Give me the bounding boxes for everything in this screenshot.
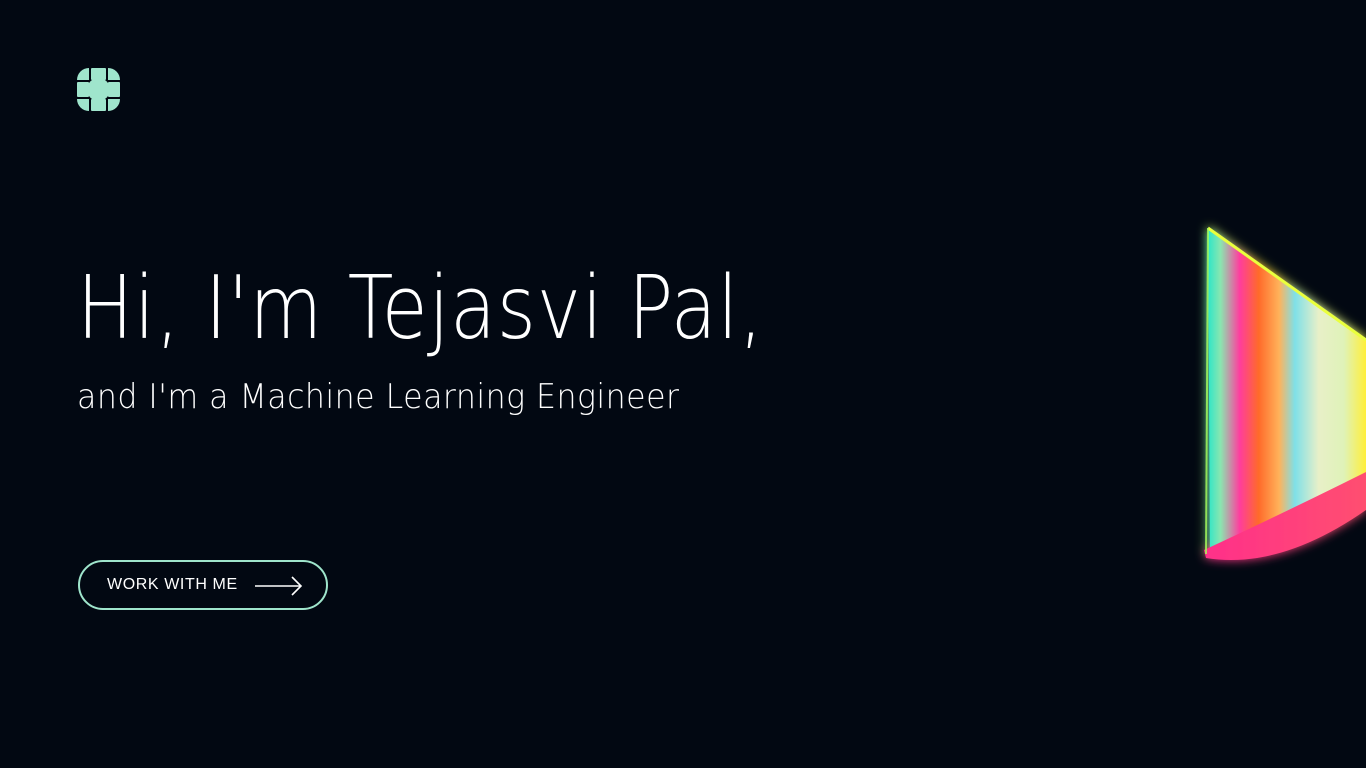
page-title: Hi, I'm Tejasvi Pal, [77, 257, 764, 359]
logo-icon[interactable] [77, 68, 120, 111]
page-subtitle: and I'm a Machine Learning Engineer [77, 377, 680, 417]
work-with-me-button[interactable]: WORK WITH ME [78, 560, 328, 610]
hero-page: Hi, I'm Tejasvi Pal, and I'm a Machine L… [0, 0, 1366, 768]
gradient-cone-shape [1204, 226, 1366, 560]
arrow-right-icon [255, 576, 303, 596]
work-with-me-label: WORK WITH ME [107, 576, 238, 593]
